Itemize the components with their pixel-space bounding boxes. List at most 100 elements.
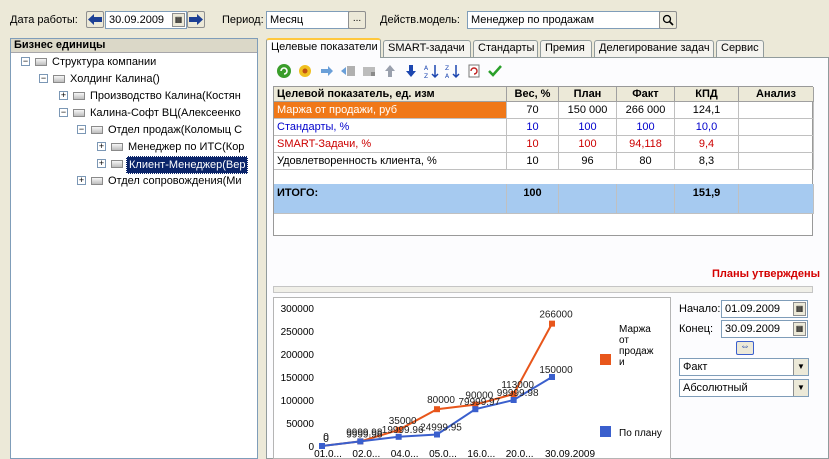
tree-node[interactable]: + Производство Калина(Костян	[11, 88, 257, 104]
grid-cell[interactable]: 10	[507, 119, 559, 136]
data-label: 80000	[427, 395, 455, 406]
tab-2[interactable]: Стандарты	[473, 40, 538, 57]
grid-icon[interactable]	[361, 63, 377, 79]
prev-date-button[interactable]	[86, 11, 104, 28]
grid-cell[interactable]: 100	[559, 119, 617, 136]
date-field[interactable]: 30.09.2009 ▦	[105, 11, 187, 29]
horizontal-scrollbar[interactable]	[273, 286, 813, 293]
tab-4[interactable]: Делегирование задач	[594, 40, 714, 57]
model-field[interactable]: Менеджер по продажам	[467, 11, 660, 29]
start-calendar-icon[interactable]: ▦	[793, 302, 806, 316]
grid-cell[interactable]: 10	[507, 136, 559, 153]
expand-range-button[interactable]: ⇔	[736, 341, 754, 355]
sort-ascending-icon[interactable]: AZ	[424, 63, 440, 79]
refresh-icon[interactable]	[276, 63, 292, 79]
collapse-icon[interactable]: −	[39, 74, 48, 83]
grid-cell[interactable]: 70	[507, 102, 559, 119]
grid-cell[interactable]	[739, 102, 814, 119]
grid-cell[interactable]: 96	[559, 153, 617, 170]
calendar-icon[interactable]: ▦	[172, 13, 185, 27]
column-header[interactable]: Факт	[617, 87, 675, 102]
kpi-grid[interactable]: Целевой показатель, ед. изм Вес, % План Фак…	[273, 86, 814, 236]
column-header[interactable]: Вес, %	[507, 87, 559, 102]
y-tick-label: 100000	[281, 396, 315, 407]
grid-cell[interactable]: 100	[559, 136, 617, 153]
period-field[interactable]: Месяц	[266, 11, 349, 29]
y-tick-label: 250000	[281, 327, 315, 338]
move-up-icon[interactable]	[382, 63, 398, 79]
tree-node[interactable]: − Калина-Софт ВЦ(Алексеенко	[11, 105, 257, 121]
tree-node[interactable]: + Клиент-Менеджер(Вер	[11, 156, 257, 174]
model-label: Действ.модель:	[380, 14, 460, 26]
grid-cell[interactable]	[739, 119, 814, 136]
grid-cell[interactable]: 9,4	[675, 136, 739, 153]
start-date-value: 01.09.2009	[725, 303, 781, 315]
grid-cell[interactable]: 10,0	[675, 119, 739, 136]
chart-area: 300000 250000 200000 150000 100000 50000 0 01.0…	[273, 297, 671, 459]
column-header[interactable]: Анализ	[739, 87, 814, 102]
grid-cell[interactable]: 8,3	[675, 153, 739, 170]
end-calendar-icon[interactable]: ▦	[793, 322, 806, 336]
grid-cell[interactable]: 94,118	[617, 136, 675, 153]
grid-cell[interactable]	[739, 153, 814, 170]
collapse-icon[interactable]: −	[59, 108, 68, 117]
data-label: 99999.98	[497, 388, 539, 399]
next-date-button[interactable]	[187, 11, 205, 28]
value-type-value: Факт	[683, 361, 708, 373]
approve-check-icon[interactable]	[487, 63, 503, 79]
grid-cell[interactable]: Стандарты, %	[274, 119, 507, 136]
legend-label: По плану	[619, 428, 662, 439]
grid-cell[interactable]: 266 000	[617, 102, 675, 119]
sort-descending-icon[interactable]: ZA	[445, 63, 461, 79]
tab-0[interactable]: Целевые показатели	[266, 38, 381, 58]
data-label: 266000	[539, 310, 573, 321]
tab-3[interactable]: Премия	[540, 40, 592, 57]
expand-icon[interactable]: +	[97, 142, 106, 151]
end-date-field[interactable]: 30.09.2009 ▦	[721, 320, 808, 338]
column-header[interactable]: План	[559, 87, 617, 102]
start-date-field[interactable]: 01.09.2009 ▦	[721, 300, 808, 318]
tab-5[interactable]: Сервис	[716, 40, 764, 57]
start-label: Начало:	[679, 303, 721, 315]
folder-icon	[111, 160, 123, 168]
model-search-button[interactable]	[659, 11, 677, 29]
grid-cell[interactable]: Маржа от продажи, руб	[274, 102, 507, 119]
folder-icon	[53, 75, 65, 83]
settings-icon[interactable]	[297, 63, 313, 79]
end-date-value: 30.09.2009	[725, 323, 781, 335]
tree-node[interactable]: + Менеджер по ИТС(Кор	[11, 139, 257, 155]
import-icon[interactable]	[340, 63, 356, 79]
collapse-icon[interactable]: −	[21, 57, 30, 66]
collapse-icon[interactable]: −	[77, 125, 86, 134]
tab-1[interactable]: SMART-задачи	[383, 40, 471, 57]
tree-node[interactable]: − Холдинг Калина()	[11, 71, 257, 87]
grid-cell[interactable]: 150 000	[559, 102, 617, 119]
period-picker-button[interactable]: ...	[348, 11, 366, 29]
expand-icon[interactable]: +	[77, 176, 86, 185]
tree-node[interactable]: + Отдел сопровождения(Ми	[11, 173, 257, 189]
grid-cell[interactable]: Удовлетворенность клиента, %	[274, 153, 507, 170]
data-point	[549, 320, 555, 327]
value-type-select[interactable]: Факт ▼	[679, 358, 809, 376]
column-header[interactable]: Целевой показатель, ед. изм	[274, 87, 507, 102]
move-down-icon[interactable]	[403, 63, 419, 79]
tree-node-label: Клиент-Менеджер(Вер	[126, 156, 249, 174]
grid-cell[interactable]: SMART-Задачи, %	[274, 136, 507, 153]
tree-node[interactable]: − Отдел продаж(Коломыц С	[11, 122, 257, 138]
recalculate-icon[interactable]	[466, 63, 482, 79]
grid-cell[interactable]: 10	[507, 153, 559, 170]
forward-icon[interactable]	[319, 63, 335, 79]
scale-select[interactable]: Абсолютный ▼	[679, 379, 809, 397]
business-units-tree[interactable]: Бизнес единицы − Структура компании − Холди…	[10, 38, 258, 459]
grid-cell[interactable]: 80	[617, 153, 675, 170]
grid-cell[interactable]: 100	[617, 119, 675, 136]
expand-icon[interactable]: +	[97, 159, 106, 168]
column-header[interactable]: КПД	[675, 87, 739, 102]
total-cell: 151,9	[675, 184, 739, 214]
folder-icon	[111, 143, 123, 151]
grid-cell[interactable]	[739, 136, 814, 153]
grid-cell[interactable]: 124,1	[675, 102, 739, 119]
expand-icon[interactable]: +	[59, 91, 68, 100]
tree-node[interactable]: − Структура компании	[11, 54, 257, 70]
x-tick-label: 20.0...	[506, 449, 534, 458]
